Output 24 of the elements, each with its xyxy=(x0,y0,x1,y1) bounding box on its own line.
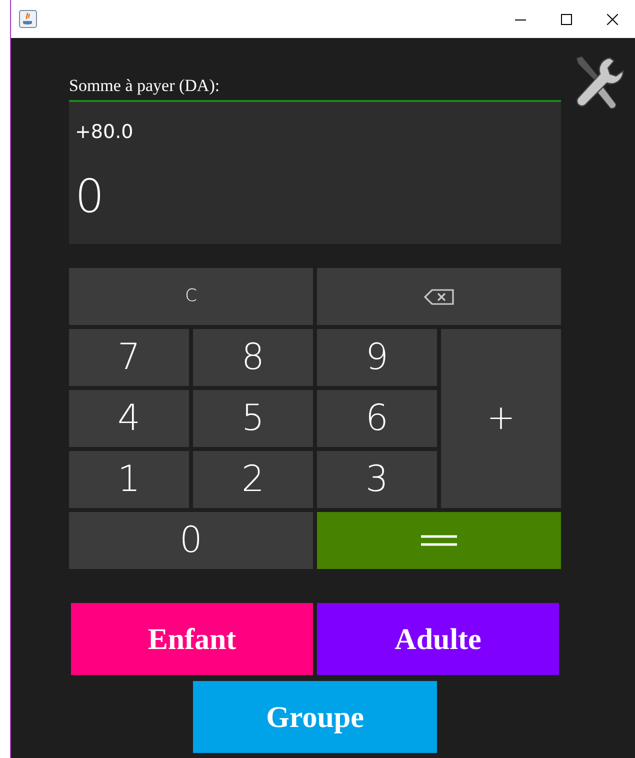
digit-key[interactable]: 4 xyxy=(69,390,189,447)
category-button[interactable]: Enfant xyxy=(71,603,313,675)
digit-key[interactable]: 1 xyxy=(69,451,189,508)
equals-icon xyxy=(421,535,457,546)
digit-key[interactable]: 9 xyxy=(317,329,437,386)
category-button[interactable]: Adulte xyxy=(317,603,559,675)
result-value: 0 xyxy=(75,168,104,224)
digit-key[interactable]: 5 xyxy=(193,390,313,447)
equals-key[interactable] xyxy=(317,512,561,569)
digit-key[interactable]: 2 xyxy=(193,451,313,508)
backspace-icon xyxy=(424,288,454,304)
digit-key[interactable]: 6 xyxy=(317,390,437,447)
digit-key[interactable]: 8 xyxy=(193,329,313,386)
maximize-icon xyxy=(560,14,572,24)
plus-key[interactable]: + xyxy=(441,329,561,508)
app-icon xyxy=(19,10,37,28)
expression-text: +80.0 xyxy=(75,120,134,144)
digit-key[interactable]: 7 xyxy=(69,329,189,386)
digit-key[interactable]: 0 xyxy=(69,512,313,569)
digit-key[interactable]: 3 xyxy=(317,451,437,508)
amount-label: Somme à payer (DA): xyxy=(69,75,221,97)
clear-button[interactable]: C xyxy=(69,268,313,325)
close-icon xyxy=(606,14,618,24)
backspace-button[interactable] xyxy=(317,268,561,325)
